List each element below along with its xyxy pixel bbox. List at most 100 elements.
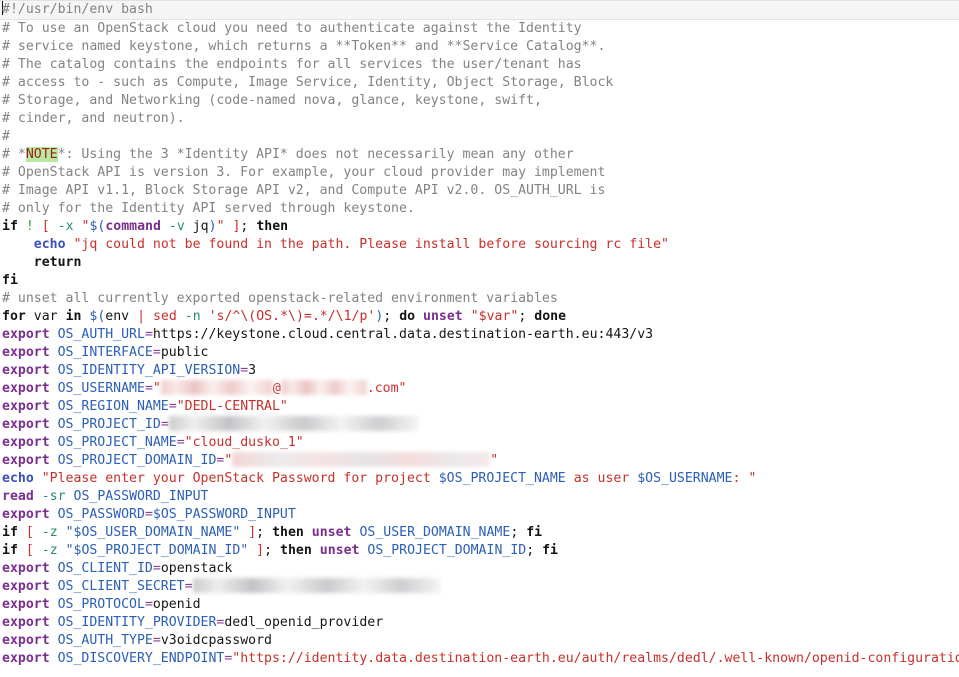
code-line-comment[interactable]: # access to - such as Compute, Image Ser… bbox=[0, 74, 959, 92]
code-line-export[interactable]: export OS_DISCOVERY_ENDPOINT="https://id… bbox=[0, 650, 959, 668]
semicolon: ; bbox=[264, 543, 273, 558]
builtin-export: export bbox=[2, 327, 50, 342]
comment-text: # cinder, and neutron). bbox=[2, 111, 185, 126]
code-line-export[interactable]: export OS_AUTH_URL=https://keystone.clou… bbox=[0, 326, 959, 344]
code-line-if-project-domain[interactable]: if [ -z "$OS_PROJECT_DOMAIN_ID" ]; then … bbox=[0, 542, 959, 560]
code-line-export[interactable]: export OS_PROJECT_NAME="cloud_dusko_1" bbox=[0, 434, 959, 452]
code-line-export-redacted[interactable]: export OS_PROJECT_ID= bbox=[0, 416, 959, 434]
code-line-export[interactable]: export OS_IDENTITY_PROVIDER=dedl_openid_… bbox=[0, 614, 959, 632]
subst-open: $( bbox=[89, 219, 106, 234]
code-line-return[interactable]: return bbox=[0, 254, 959, 272]
assign-operator: = bbox=[144, 327, 153, 342]
env-var-name: OS_REGION_NAME bbox=[57, 399, 169, 414]
code-line-note[interactable]: # *NOTE*: Using the 3 *Identity API* doe… bbox=[0, 146, 959, 164]
flag-z: -z bbox=[41, 525, 58, 540]
env-var-value: 3 bbox=[248, 363, 257, 378]
env-var-value: "https://identity.data.destination-earth… bbox=[232, 651, 959, 666]
builtin-export: export bbox=[2, 453, 50, 468]
code-line-if-jq[interactable]: if ! [ -x "$(command -v jq)" ]; then bbox=[0, 218, 959, 236]
code-line-comment[interactable]: # unset all currently exported openstack… bbox=[0, 290, 959, 308]
builtin-export: export bbox=[2, 633, 50, 648]
keyword-then: then bbox=[272, 525, 304, 540]
assign-operator: = bbox=[152, 345, 161, 360]
assign-operator: = bbox=[160, 417, 169, 432]
code-line-comment[interactable]: # OpenStack API is version 3. For exampl… bbox=[0, 164, 959, 182]
code-line-export[interactable]: export OS_IDENTITY_API_VERSION=3 bbox=[0, 362, 959, 380]
keyword-then: then bbox=[280, 543, 312, 558]
builtin-export: export bbox=[2, 381, 50, 396]
env-var-name: OS_CLIENT_SECRET bbox=[57, 579, 185, 594]
code-line-export-redacted[interactable]: export OS_PROJECT_DOMAIN_ID=" " bbox=[0, 452, 959, 470]
email-at-sign: @ bbox=[272, 381, 281, 396]
env-var-value: "cloud_dusko_1" bbox=[184, 435, 304, 450]
code-line-comment[interactable]: # only for the Identity API served throu… bbox=[0, 200, 959, 218]
env-var-value: openstack bbox=[160, 561, 233, 576]
code-line-comment[interactable]: # To use an OpenStack cloud you need to … bbox=[0, 20, 959, 38]
code-line-if-user-domain[interactable]: if [ -z "$OS_USER_DOMAIN_NAME" ]; then u… bbox=[0, 524, 959, 542]
string-part: as user bbox=[565, 471, 638, 486]
code-line-comment[interactable]: # Image API v1.1, Block Storage API v2, … bbox=[0, 182, 959, 200]
flag-z: -z bbox=[41, 543, 58, 558]
code-line-comment[interactable]: # cinder, and neutron). bbox=[0, 110, 959, 128]
comment-text: # Storage, and Networking (code-named no… bbox=[2, 93, 542, 108]
email-tld-and-quote: .com" bbox=[366, 381, 407, 396]
env-var-name: OS_PROTOCOL bbox=[57, 597, 145, 612]
quote-close: " bbox=[490, 453, 499, 468]
code-line-export-redacted[interactable]: export OS_USERNAME=" @ .com" bbox=[0, 380, 959, 398]
code-line-export[interactable]: export OS_REGION_NAME="DEDL-CENTRAL" bbox=[0, 398, 959, 416]
assign-operator: = bbox=[144, 597, 153, 612]
code-line-export[interactable]: export OS_AUTH_TYPE=v3oidcpassword bbox=[0, 632, 959, 650]
test-bracket-open: [ bbox=[25, 525, 34, 540]
comment-text: *: Using the 3 *Identity API* does not n… bbox=[57, 147, 574, 162]
code-line-shebang[interactable]: #!/usr/bin/env bash bbox=[0, 0, 959, 20]
code-line-export-redacted[interactable]: export OS_CLIENT_SECRET= bbox=[0, 578, 959, 596]
code-line-read-password[interactable]: read -sr OS_PASSWORD_INPUT bbox=[0, 488, 959, 506]
code-line-comment[interactable]: # Storage, and Networking (code-named no… bbox=[0, 92, 959, 110]
code-line-comment[interactable]: # The catalog contains the endpoints for… bbox=[0, 56, 959, 74]
redacted-project-domain-id bbox=[232, 452, 491, 467]
flag-n: -n bbox=[184, 309, 201, 324]
env-var-name: OS_PASSWORD_INPUT bbox=[73, 489, 209, 504]
code-line-comment[interactable]: # bbox=[0, 128, 959, 146]
env-var-name: OS_USER_DOMAIN_NAME bbox=[359, 525, 511, 540]
code-line-for-unset[interactable]: for var in $(env | sed -n 's/^\(OS.*\)=.… bbox=[0, 308, 959, 326]
builtin-echo: echo bbox=[33, 237, 66, 252]
env-var-name: OS_IDENTITY_PROVIDER bbox=[57, 615, 217, 630]
code-line-echo-jq[interactable]: echo "jq could not be found in the path.… bbox=[0, 236, 959, 254]
code-line-export[interactable]: export OS_PROTOCOL=openid bbox=[0, 596, 959, 614]
keyword-do: do bbox=[399, 309, 416, 324]
code-line-fi[interactable]: fi bbox=[0, 272, 959, 290]
builtin-export: export bbox=[2, 579, 50, 594]
code-line-echo-prompt[interactable]: echo "Please enter your OpenStack Passwo… bbox=[0, 470, 959, 488]
env-var-name: OS_PROJECT_NAME bbox=[57, 435, 177, 450]
keyword-fi: fi bbox=[526, 525, 543, 540]
code-line-comment[interactable]: # service named keystone, which returns … bbox=[0, 38, 959, 56]
builtin-unset: unset bbox=[319, 543, 360, 558]
keyword-in: in bbox=[65, 309, 82, 324]
builtin-export: export bbox=[2, 435, 50, 450]
code-line-export[interactable]: export OS_PASSWORD=$OS_PASSWORD_INPUT bbox=[0, 506, 959, 524]
string-literal: "jq could not be found in the path. Plea… bbox=[73, 237, 669, 252]
code-editor-canvas[interactable]: #!/usr/bin/env bash # To use an OpenStac… bbox=[0, 0, 959, 677]
code-line-export[interactable]: export OS_INTERFACE=public bbox=[0, 344, 959, 362]
program-jq: jq bbox=[192, 219, 209, 234]
keyword-if: if bbox=[2, 543, 18, 558]
code-line-export[interactable]: export OS_CLIENT_ID=openstack bbox=[0, 560, 959, 578]
